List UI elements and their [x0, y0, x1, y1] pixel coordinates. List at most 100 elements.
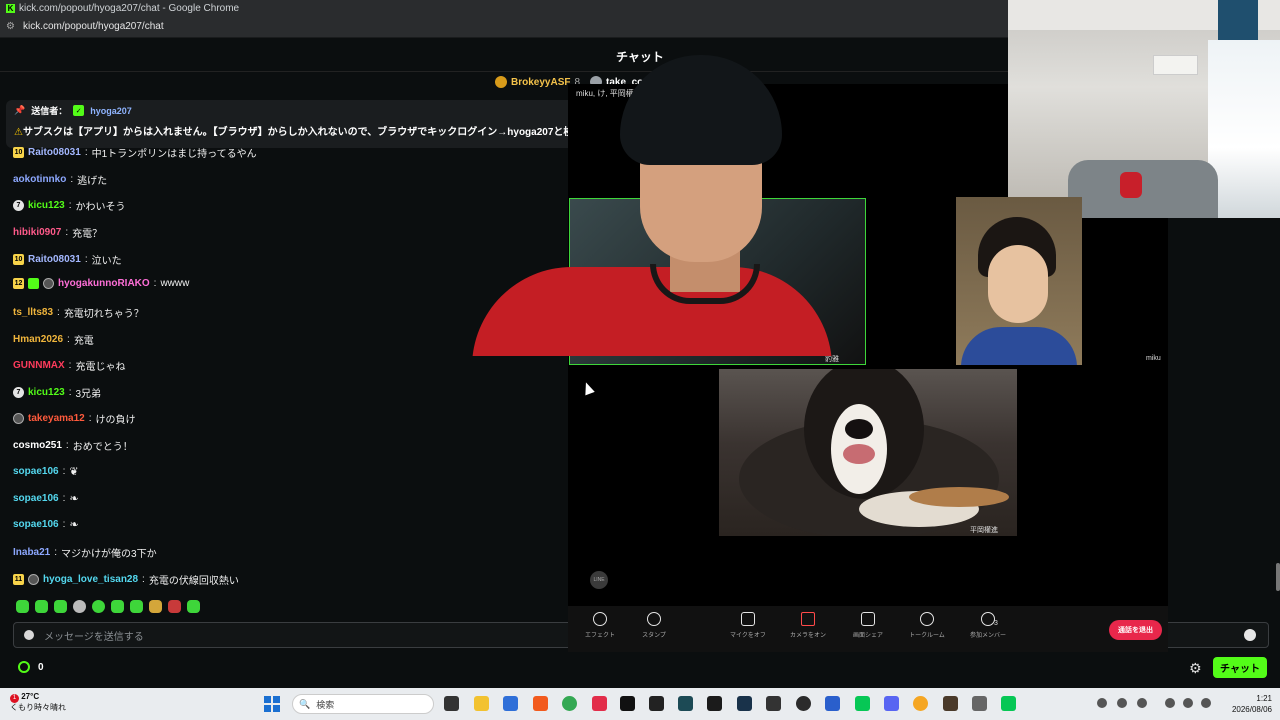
settings-gear-icon[interactable]: ⚙ [1189, 660, 1202, 677]
app-icon[interactable] [649, 696, 664, 711]
pinned-user[interactable]: hyoga207 [90, 106, 132, 116]
message-user[interactable]: cosmo251 [13, 440, 62, 451]
chat-message[interactable]: ts_llts83: 充電切れちゃう？ [13, 305, 144, 320]
emote-icon[interactable] [187, 600, 200, 613]
emoji-icon[interactable] [1244, 629, 1256, 641]
message-user[interactable]: GUNNMAX [13, 360, 65, 371]
windows-start-icon[interactable] [264, 696, 280, 712]
message-user[interactable]: sopae106 [13, 493, 59, 504]
channel-points[interactable]: 0 [18, 661, 44, 673]
clock[interactable]: 1:21 2026/08/06 [1222, 693, 1272, 715]
message-user[interactable]: Raito08031 [28, 254, 81, 265]
emote-icon[interactable] [16, 600, 29, 613]
message-user[interactable]: Inaba21 [13, 547, 50, 558]
bluetooth-icon[interactable] [1137, 698, 1147, 708]
message-user[interactable]: sopae106 [13, 519, 59, 530]
discord-icon[interactable] [884, 696, 899, 711]
scrollbar-thumb[interactable] [1276, 563, 1280, 591]
line-icon[interactable] [855, 696, 870, 711]
app-icon[interactable] [592, 696, 607, 711]
message-text: 充電じゃね [75, 362, 126, 373]
video-tile-dog[interactable] [719, 369, 1017, 536]
emote-icon[interactable] [73, 600, 86, 613]
chat-message[interactable]: GUNNMAX: 充電じゃね [13, 358, 125, 373]
message-user[interactable]: Raito08031 [28, 147, 81, 158]
chat-message[interactable]: 10 Raito08031: 中1トランポリンはまじ持ってるやん [13, 145, 257, 160]
message-user[interactable]: takeyama12 [28, 413, 85, 424]
chat-message[interactable]: 11 hyoga_love_tisan28: 充電の伏線回収熱い [13, 572, 239, 587]
chat-message[interactable]: hibiki0907: 充電？ [13, 225, 102, 240]
emote-picker-icon[interactable] [24, 630, 34, 640]
app-icon[interactable] [766, 696, 781, 711]
chat-message[interactable]: Hman2026: 充電 [13, 332, 94, 347]
steam-icon[interactable] [737, 696, 752, 711]
person-icon [981, 612, 995, 626]
app-icon[interactable] [913, 696, 928, 711]
message-user[interactable]: aokotinnko [13, 174, 66, 185]
weather-widget[interactable]: 1 27°C くもり時々晴れ [10, 692, 66, 713]
members-button[interactable]: 参加メンバー [958, 612, 1018, 639]
line-icon[interactable] [1001, 696, 1016, 711]
message-user[interactable]: Hman2026 [13, 334, 63, 345]
message-user[interactable]: hyoga_love_tisan28 [43, 574, 138, 585]
chat-message[interactable]: sopae106: ❧ [13, 518, 79, 531]
message-user[interactable]: kicu123 [28, 200, 65, 211]
leave-call-button[interactable]: 通話を退出 [1109, 620, 1162, 640]
chat-message[interactable]: sopae106: ❧ [13, 492, 79, 505]
camera-toggle-button[interactable]: カメラをオン [778, 612, 838, 639]
message-user[interactable]: hibiki0907 [13, 227, 61, 238]
message-text: かわいそう [75, 202, 126, 213]
chat-bubble-icon [920, 612, 934, 626]
chat-message[interactable]: takeyama12: けの負け [13, 411, 136, 426]
message-text: 充電切れちゃう？ [63, 309, 144, 320]
message-user[interactable]: hyogakunnoRIAKO [58, 278, 150, 289]
talk-room-button[interactable]: トークルーム [897, 612, 957, 639]
message-user[interactable]: ts_llts83 [13, 307, 53, 318]
app-icon[interactable] [707, 696, 722, 711]
file-explorer-icon[interactable] [474, 696, 489, 711]
address-bar[interactable]: ⚙ kick.com/popout/hyoga207/chat [0, 16, 1008, 38]
send-chat-button[interactable]: チャット [1213, 657, 1267, 678]
chrome-icon[interactable] [562, 696, 577, 711]
taskbar-search[interactable]: 🔍 検索 [292, 694, 434, 714]
weather-text: くもり時々晴れ [10, 703, 66, 712]
chat-message[interactable]: cosmo251: おめでとう！ [13, 438, 133, 453]
network-icon[interactable] [1165, 698, 1175, 708]
effect-button[interactable]: エフェクト [570, 612, 630, 639]
emote-icon[interactable] [130, 600, 143, 613]
chat-message[interactable]: 7 kicu123: 3兄弟 [13, 385, 101, 400]
emote-icon[interactable] [35, 600, 48, 613]
feather-emote-icon: ❧ [69, 519, 79, 531]
settings-icon[interactable] [972, 696, 987, 711]
emote-icon[interactable] [111, 600, 124, 613]
microphone-icon[interactable] [1117, 698, 1127, 708]
mic-toggle-button[interactable]: マイクをオフ [718, 612, 778, 639]
message-user[interactable]: kicu123 [28, 387, 65, 398]
message-user[interactable]: sopae106 [13, 466, 59, 477]
screen-share-button[interactable]: 画面シェア [838, 612, 898, 639]
app-icon[interactable] [943, 696, 958, 711]
brave-icon[interactable] [533, 696, 548, 711]
app-icon[interactable] [503, 696, 518, 711]
app-icon[interactable] [796, 696, 811, 711]
volume-icon[interactable] [1183, 698, 1193, 708]
site-settings-icon[interactable]: ⚙ [6, 21, 15, 32]
cloud-icon[interactable] [1097, 698, 1107, 708]
task-view-icon[interactable] [444, 696, 459, 711]
chat-message[interactable]: Inaba21: マジかけが俺の3下か [13, 545, 157, 560]
chat-message[interactable]: aokotinnko: 逃げた [13, 172, 107, 187]
chat-message[interactable]: sopae106: ❦ [13, 465, 79, 478]
emote-icon[interactable] [54, 600, 67, 613]
sticker-button[interactable]: スタンプ [624, 612, 684, 639]
chat-message[interactable]: 12 hyogakunnoRIAKO: wwww [13, 278, 189, 289]
battery-icon[interactable] [1201, 698, 1211, 708]
emote-icon[interactable] [92, 600, 105, 613]
verified-icon: ✓ [73, 105, 85, 116]
chat-message[interactable]: 7 kicu123: かわいそう [13, 198, 125, 213]
chat-message[interactable]: 10 Raito08031: 泣いた [13, 252, 122, 267]
emote-icon[interactable] [168, 600, 181, 613]
app-icon[interactable] [825, 696, 840, 711]
tiktok-icon[interactable] [620, 696, 635, 711]
emote-icon[interactable] [149, 600, 162, 613]
app-icon[interactable] [678, 696, 693, 711]
